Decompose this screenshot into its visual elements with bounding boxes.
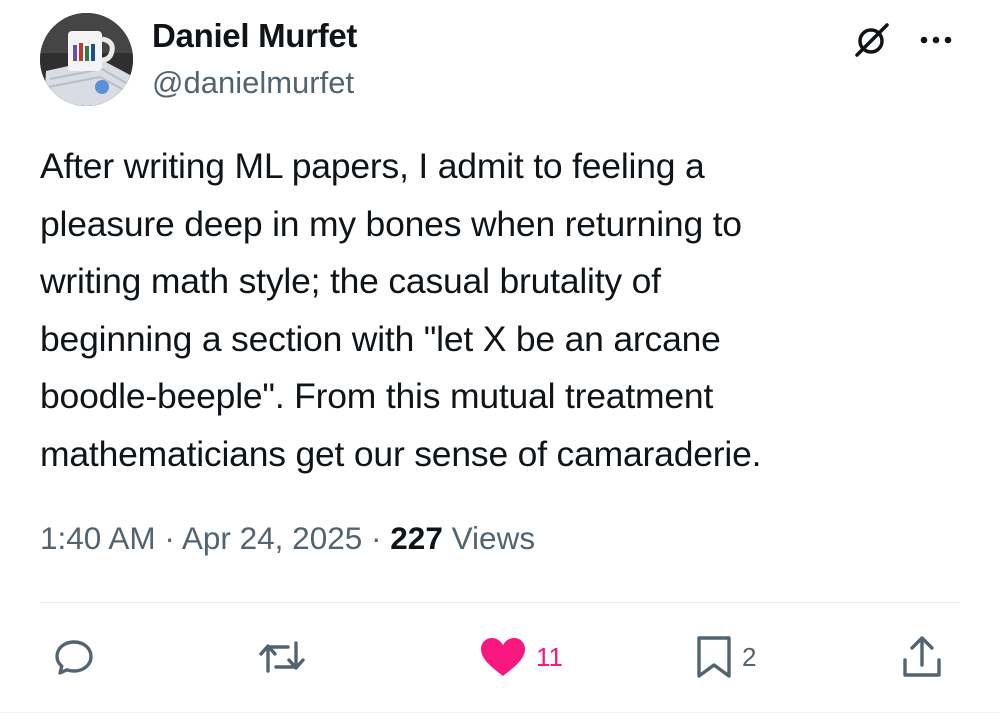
heart-icon [481, 638, 525, 676]
more-options-icon[interactable] [912, 20, 960, 60]
like-count: 11 [536, 641, 563, 672]
repost-button[interactable] [258, 634, 314, 680]
avatar[interactable] [40, 13, 133, 106]
repost-icon [259, 641, 305, 673]
avatar-image [40, 13, 133, 106]
author-handle[interactable]: @danielmurfet [152, 64, 354, 102]
share-icon [903, 636, 941, 677]
tweet-time[interactable]: 1:40 AM [40, 520, 156, 556]
meta-separator: · [371, 520, 382, 556]
tweet-meta: 1:40 AM · Apr 24, 2025 · 227 Views [40, 516, 535, 560]
bookmark-count: 2 [742, 641, 757, 672]
share-button[interactable] [900, 634, 952, 680]
divider [40, 602, 960, 603]
reply-button[interactable] [52, 634, 104, 680]
author-display-name[interactable]: Daniel Murfet [152, 16, 357, 56]
meta-separator: · [164, 520, 175, 556]
like-button[interactable]: 11 [478, 634, 563, 680]
grok-icon[interactable] [852, 20, 892, 60]
views-count[interactable]: 227 [390, 520, 443, 556]
bookmark-icon [697, 636, 731, 678]
tweet-text: After writing ML papers, I admit to feel… [40, 146, 762, 474]
views-label[interactable]: Views [452, 520, 535, 556]
bottom-border [0, 712, 1000, 713]
reply-icon [55, 640, 93, 675]
tweet-date[interactable]: Apr 24, 2025 [182, 520, 362, 556]
bookmark-button[interactable]: 2 [694, 634, 756, 680]
